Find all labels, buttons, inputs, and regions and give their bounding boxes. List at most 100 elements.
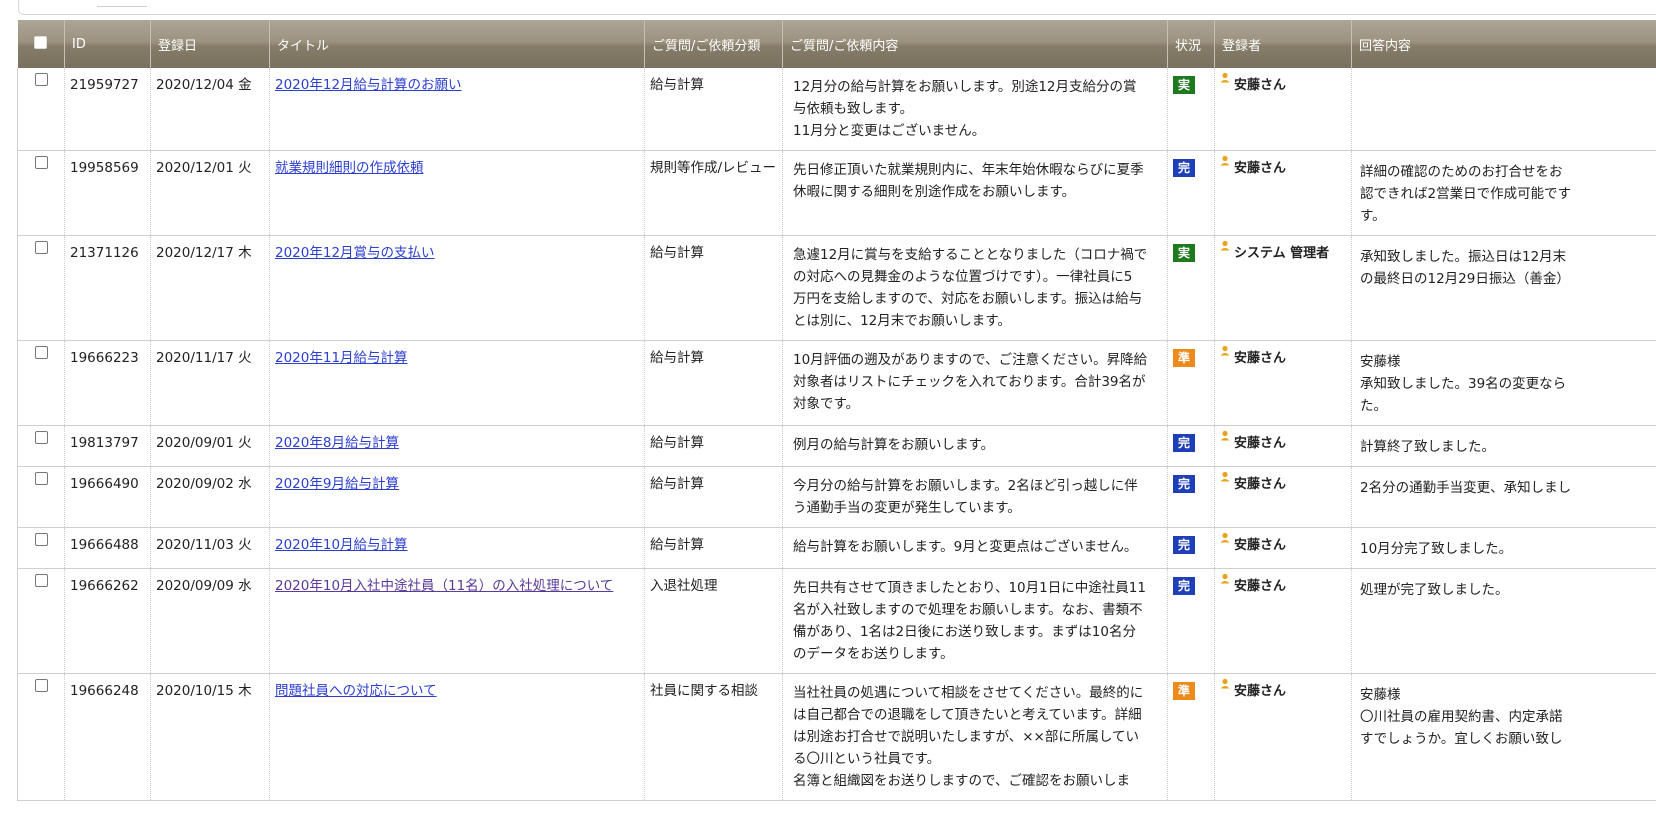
table-body: 21959727 2020/12/04 金 2020年12月給与計算のお願い 給…: [17, 68, 1656, 801]
row-user-cell: 安藤さん: [1214, 150, 1352, 236]
row-title-link[interactable]: 2020年9月給与計算: [275, 476, 399, 492]
row-content: 先日共有させて頂きましたとおり、10月1日に中途社員11 名が入社致しますので処…: [782, 568, 1168, 674]
column-header-date[interactable]: 登録日: [150, 20, 270, 68]
toolbar-strip: [18, 0, 1656, 15]
row-user-name: システム 管理者: [1234, 246, 1330, 261]
row-checkbox[interactable]: [34, 679, 48, 692]
row-status-cell: 実: [1167, 68, 1215, 151]
row-checkbox[interactable]: [34, 574, 48, 587]
toolbar-divider: [97, 6, 147, 7]
status-badge: 完: [1173, 434, 1195, 452]
column-header-answer[interactable]: 回答内容: [1351, 20, 1656, 68]
row-user-cell: システム 管理者: [1214, 235, 1352, 341]
row-date: 2020/12/04 金: [150, 68, 270, 151]
column-header-user[interactable]: 登録者: [1214, 20, 1352, 68]
status-badge: 実: [1173, 244, 1195, 262]
row-user-cell: 安藤さん: [1214, 425, 1352, 467]
row-checkbox[interactable]: [34, 73, 48, 86]
column-header-category[interactable]: ご質問/ご依頼分類: [644, 20, 783, 68]
row-title-cell: 就業規則細則の作成依頼: [269, 150, 645, 236]
row-title-link[interactable]: 2020年8月給与計算: [275, 435, 399, 451]
column-header-content[interactable]: ご質問/ご依頼内容: [782, 20, 1168, 68]
row-content: 10月評価の遡及がありますので、ご注意ください。昇降給 対象者はリストにチェック…: [782, 340, 1168, 426]
row-title-link[interactable]: 2020年11月給与計算: [275, 350, 408, 366]
row-user-name: 安藤さん: [1234, 579, 1287, 594]
table-row[interactable]: 21959727 2020/12/04 金 2020年12月給与計算のお願い 給…: [17, 68, 1656, 151]
row-status-cell: 完: [1167, 425, 1215, 467]
inquiry-table: ID 登録日 タイトル ご質問/ご依頼分類 ご質問/ご依頼内容 状況 登録者 回…: [17, 20, 1656, 801]
select-all-header: [17, 20, 65, 68]
row-title-link[interactable]: 2020年10月給与計算: [275, 537, 408, 553]
row-checkbox[interactable]: [34, 346, 48, 359]
row-content: 例月の給与計算をお願いします。: [782, 425, 1168, 467]
row-category: 入退社処理: [644, 568, 783, 674]
row-category: 給与計算: [644, 340, 783, 426]
row-checkbox[interactable]: [34, 431, 48, 444]
status-badge: 準: [1173, 682, 1195, 700]
column-header-status[interactable]: 状況: [1167, 20, 1215, 68]
row-id: 19958569: [64, 150, 151, 236]
row-status-cell: 準: [1167, 673, 1215, 801]
row-id: 19666488: [64, 527, 151, 569]
row-title-cell: 2020年8月給与計算: [269, 425, 645, 467]
row-select-cell: [17, 68, 65, 151]
row-date: 2020/12/17 木: [150, 235, 270, 341]
row-id: 21371126: [64, 235, 151, 341]
row-user-name: 安藤さん: [1234, 684, 1287, 699]
row-content: 12月分の給与計算をお願いします。別途12月支給分の賞 与依頼も致します。 11…: [782, 68, 1168, 151]
row-select-cell: [17, 235, 65, 341]
row-date: 2020/09/02 水: [150, 466, 270, 528]
row-user-cell: 安藤さん: [1214, 568, 1352, 674]
row-title-cell: 2020年10月給与計算: [269, 527, 645, 569]
user-icon: [1220, 72, 1230, 83]
row-title-cell: 2020年10月入社中途社員（11名）の入社処理について: [269, 568, 645, 674]
row-select-cell: [17, 150, 65, 236]
row-id: 19666262: [64, 568, 151, 674]
row-title-link[interactable]: 問題社員への対応について: [275, 683, 437, 699]
column-header-title[interactable]: タイトル: [269, 20, 645, 68]
table-header-row: ID 登録日 タイトル ご質問/ご依頼分類 ご質問/ご依頼内容 状況 登録者 回…: [17, 20, 1656, 68]
row-status-cell: 完: [1167, 527, 1215, 569]
row-title-link[interactable]: 2020年12月給与計算のお願い: [275, 77, 462, 93]
row-user-name: 安藤さん: [1234, 351, 1287, 366]
table-row[interactable]: 19813797 2020/09/01 火 2020年8月給与計算 給与計算 例…: [17, 425, 1656, 467]
user-icon: [1220, 532, 1230, 543]
select-all-checkbox[interactable]: [34, 35, 48, 49]
row-date: 2020/12/01 火: [150, 150, 270, 236]
row-user-cell: 安藤さん: [1214, 466, 1352, 528]
row-id: 19666490: [64, 466, 151, 528]
row-select-cell: [17, 466, 65, 528]
row-answer: 2名分の通勤手当変更、承知しまし: [1351, 466, 1656, 528]
table-row[interactable]: 19666223 2020/11/17 火 2020年11月給与計算 給与計算 …: [17, 340, 1656, 426]
row-checkbox[interactable]: [34, 472, 48, 485]
row-checkbox[interactable]: [34, 156, 48, 169]
row-answer: 安藤様 承知致しました。39名の変更なら た。: [1351, 340, 1656, 426]
row-id: 21959727: [64, 68, 151, 151]
row-title-link[interactable]: 2020年12月賞与の支払い: [275, 245, 435, 261]
row-content: 当社社員の処遇について相談をさせてください。最終的に は自己都合での退職をして頂…: [782, 673, 1168, 801]
row-id: 19813797: [64, 425, 151, 467]
row-title-link[interactable]: 2020年10月入社中途社員（11名）の入社処理について: [275, 578, 613, 594]
table-row[interactable]: 19666248 2020/10/15 木 問題社員への対応について 社員に関す…: [17, 673, 1656, 801]
column-header-id[interactable]: ID: [64, 20, 151, 68]
table-row[interactable]: 19958569 2020/12/01 火 就業規則細則の作成依頼 規則等作成/…: [17, 150, 1656, 236]
row-select-cell: [17, 340, 65, 426]
row-checkbox[interactable]: [34, 241, 48, 254]
table-row[interactable]: 19666490 2020/09/02 水 2020年9月給与計算 給与計算 今…: [17, 466, 1656, 528]
row-title-cell: 問題社員への対応について: [269, 673, 645, 801]
row-title-cell: 2020年12月給与計算のお願い: [269, 68, 645, 151]
row-select-cell: [17, 527, 65, 569]
row-status-cell: 準: [1167, 340, 1215, 426]
table-row[interactable]: 19666488 2020/11/03 火 2020年10月給与計算 給与計算 …: [17, 527, 1656, 569]
table-row[interactable]: 21371126 2020/12/17 木 2020年12月賞与の支払い 給与計…: [17, 235, 1656, 341]
row-title-link[interactable]: 就業規則細則の作成依頼: [275, 160, 424, 176]
row-checkbox[interactable]: [34, 533, 48, 546]
status-badge: 完: [1173, 475, 1195, 493]
status-badge: 完: [1173, 159, 1195, 177]
row-user-name: 安藤さん: [1234, 161, 1287, 176]
row-title-cell: 2020年9月給与計算: [269, 466, 645, 528]
table-row[interactable]: 19666262 2020/09/09 水 2020年10月入社中途社員（11名…: [17, 568, 1656, 674]
row-title-cell: 2020年11月給与計算: [269, 340, 645, 426]
row-category: 給与計算: [644, 466, 783, 528]
row-user-cell: 安藤さん: [1214, 527, 1352, 569]
